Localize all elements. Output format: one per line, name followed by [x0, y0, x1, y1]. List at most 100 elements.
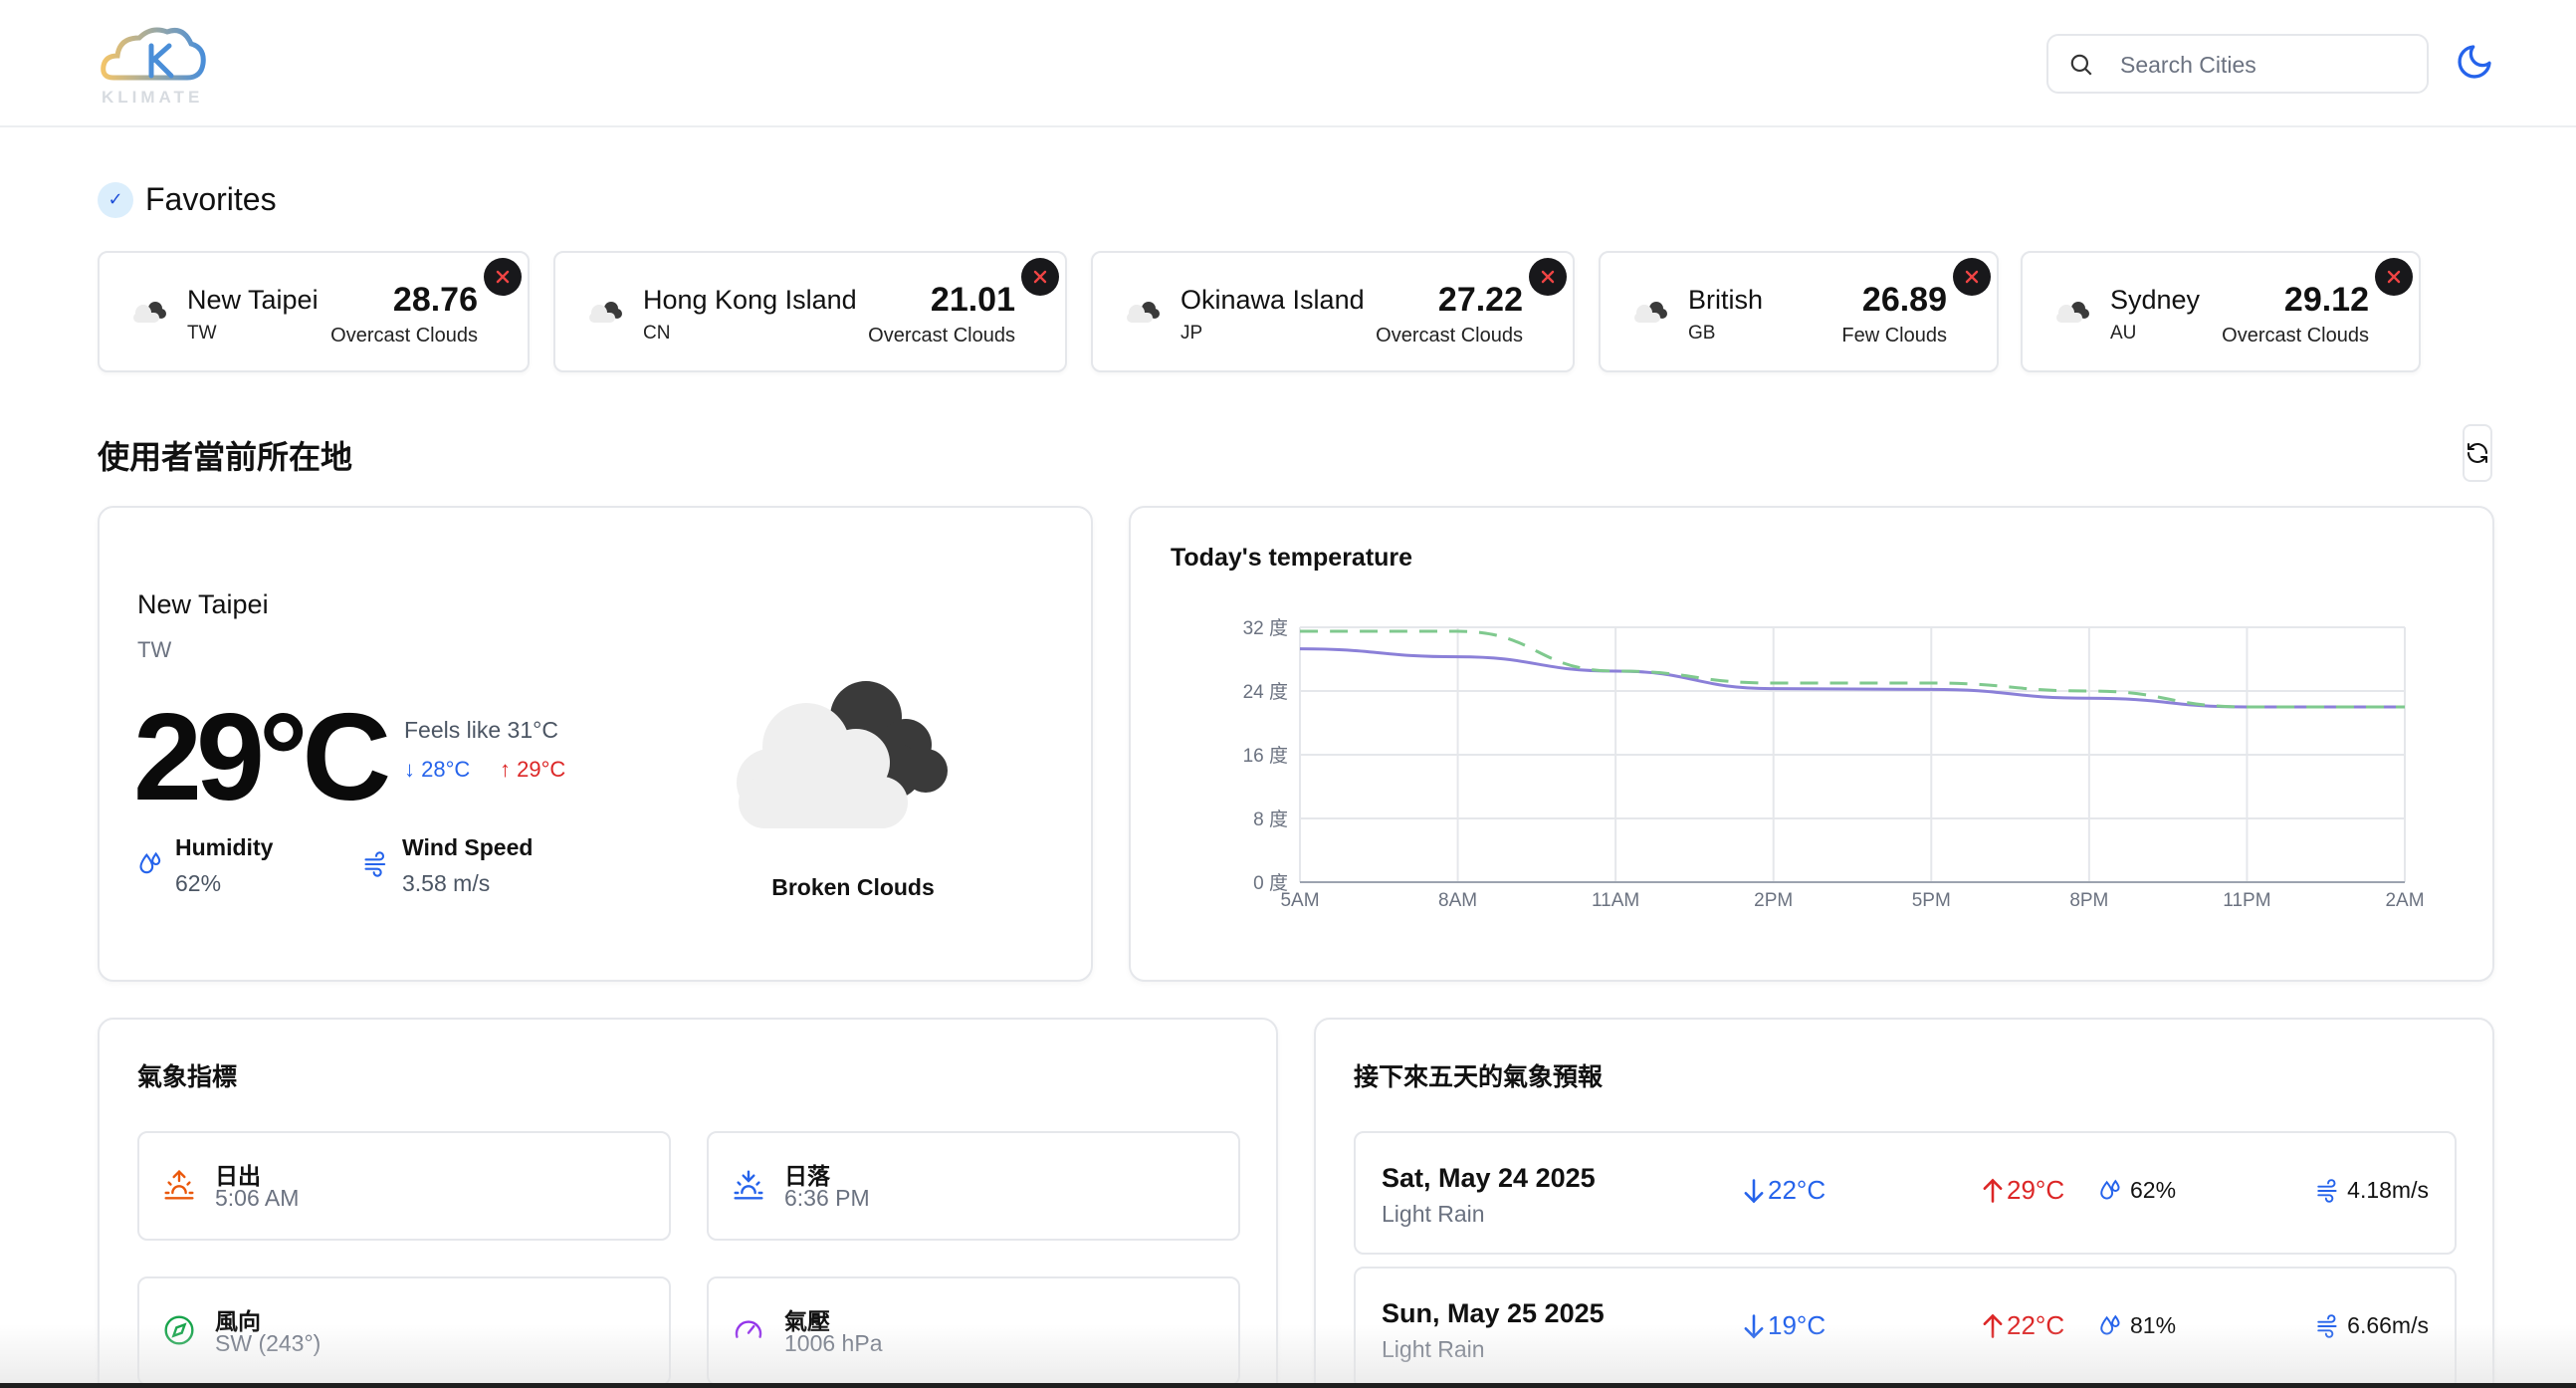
x-tick-label: 11PM	[2223, 890, 2270, 911]
favorite-country-code: JP	[1181, 323, 1203, 344]
x-tick-label: 8PM	[2069, 890, 2108, 911]
sunset-icon	[734, 1170, 763, 1200]
arrow-up-icon	[1983, 1178, 2003, 1203]
forecast-condition: Light Rain	[1382, 1336, 1485, 1362]
metric-sunrise: 日出 5:06 AM	[137, 1131, 671, 1241]
remove-favorite-button[interactable]	[2375, 258, 2413, 296]
y-tick-label: 24 度	[1243, 681, 1288, 703]
arrow-down-icon: ↓	[404, 757, 422, 782]
favorite-city-name: British	[1688, 285, 1764, 315]
forecast-max-temp: 22°C	[1979, 1310, 2064, 1341]
broken-clouds-icon	[737, 681, 948, 828]
current-country: TW	[137, 637, 172, 662]
temperature-chart-card: Today's temperature 0 度8 度 16 度 24 度 32 度 5A…	[1129, 506, 2494, 982]
forecast-min-temp: 19°C	[1740, 1310, 1825, 1341]
forecast-title: 接下來五天的氣象預報	[1354, 1063, 1604, 1091]
remove-favorite-button[interactable]	[1021, 258, 1059, 296]
temperature-chart: 0 度8 度16 度24 度32 度5AM 8AM 11AM 2PM 5PM 8PM 11P…	[1243, 617, 2425, 911]
favorite-card[interactable]: Sydney AU 29.12 Overcast Clouds	[2021, 251, 2421, 372]
x-tick-label: 8AM	[1438, 890, 1477, 911]
gauge-icon	[735, 1320, 762, 1338]
favorites-header: ✓ Favorites	[98, 181, 277, 218]
x-tick-label: 2AM	[2385, 890, 2424, 911]
current-weather-card: New Taipei TW 29°C Feels like 31°C ↓ 28°…	[98, 506, 1093, 982]
forecast-date: Sat, May 24 2025	[1382, 1163, 1596, 1193]
favorite-card[interactable]: New Taipei TW 28.76 Overcast Clouds	[98, 251, 530, 372]
favorite-condition: Overcast Clouds	[868, 325, 1015, 347]
close-icon	[2387, 270, 2401, 284]
favorite-city-name: Hong Kong Island	[643, 285, 857, 315]
search-input[interactable]	[2120, 50, 2409, 80]
series-line-temp	[1299, 647, 2405, 709]
search-icon	[2070, 54, 2092, 76]
metrics-title: 氣象指標	[137, 1063, 238, 1091]
forecast-row: Sat, May 24 2025 Light Rain 22°C 29°C 62% 4.1…	[1354, 1131, 2457, 1255]
favorite-temperature: 28.76	[392, 281, 478, 319]
arrow-up-icon: ↑	[500, 757, 518, 782]
favorite-temperature: 27.22	[1437, 281, 1523, 319]
favorite-country-code: CN	[643, 323, 671, 344]
check-icon: ✓	[98, 181, 133, 218]
metric-sunset: 日落 6:36 PM	[707, 1131, 1240, 1241]
feels-like: Feels like 31°C	[404, 717, 558, 743]
favorite-card[interactable]: Okinawa Island JP 27.22 Overcast Clouds	[1091, 251, 1575, 372]
favorite-city-name: New Taipei	[187, 285, 319, 315]
favorite-country-code: TW	[187, 323, 217, 344]
metric-value: 6:36 PM	[784, 1185, 870, 1211]
humidity-value: 62%	[175, 870, 222, 896]
metric-wind-direction: 風向 SW (243°)	[137, 1276, 671, 1386]
weather-metrics-card: 氣象指標 日出 5:06 AM 日落 6:36 PM 風向 SW (243°) …	[98, 1018, 1278, 1388]
humidity-icon	[2100, 1179, 2120, 1199]
favorite-country-code: AU	[2110, 323, 2137, 344]
remove-favorite-button[interactable]	[1953, 258, 1991, 296]
current-min-temp: ↓ 28°C	[404, 757, 471, 782]
x-tick-label: 2PM	[1754, 890, 1793, 911]
y-tick-label: 8 度	[1253, 809, 1288, 830]
overcast-cloud-icon	[1634, 302, 1667, 323]
favorite-card[interactable]: Hong Kong Island CN 21.01 Overcast Clouds	[553, 251, 1067, 372]
refresh-icon	[2468, 443, 2487, 463]
favorite-temperature: 29.12	[2283, 281, 2369, 319]
overcast-cloud-icon	[1127, 302, 1160, 323]
favorite-city-name: Sydney	[2110, 285, 2201, 315]
logo-text: KLIMATE	[102, 88, 204, 107]
favorite-condition: Overcast Clouds	[1376, 325, 1523, 347]
forecast-humidity: 81%	[2098, 1312, 2176, 1339]
current-condition: Broken Clouds	[771, 874, 935, 900]
close-icon	[1965, 270, 1979, 284]
arrow-up-icon	[1983, 1313, 2003, 1338]
search-box[interactable]	[2046, 34, 2429, 94]
y-tick-label: 32 度	[1243, 617, 1288, 639]
favorite-condition: Overcast Clouds	[330, 325, 478, 347]
humidity-label: Humidity	[175, 834, 274, 860]
favorite-country-code: GB	[1688, 323, 1716, 344]
favorite-card[interactable]: British GB 26.89 Few Clouds	[1599, 251, 1999, 372]
favorite-temperature: 21.01	[930, 281, 1015, 319]
metric-value: SW (243°)	[215, 1330, 322, 1356]
remove-favorite-button[interactable]	[1529, 258, 1567, 296]
favorites-title: Favorites	[145, 181, 277, 217]
humidity-icon	[2100, 1314, 2120, 1334]
series-line-feels_like	[1300, 629, 2405, 709]
overcast-cloud-icon	[133, 302, 166, 323]
forecast-max-temp: 29°C	[1979, 1175, 2064, 1206]
wind-icon	[2317, 1313, 2337, 1338]
current-temperature: 29°C	[133, 689, 391, 826]
refresh-button[interactable]	[2463, 424, 2492, 482]
compass-icon	[164, 1315, 194, 1345]
favorite-condition: Few Clouds	[1841, 325, 1947, 347]
forecast-min-temp: 22°C	[1740, 1175, 1825, 1206]
metric-value: 1006 hPa	[784, 1330, 883, 1356]
current-city: New Taipei	[137, 589, 269, 619]
close-icon	[1541, 270, 1555, 284]
forecast-condition: Light Rain	[1382, 1201, 1485, 1227]
current-location-title: 使用者當前所在地	[98, 439, 353, 475]
moon-icon[interactable]	[2455, 42, 2494, 82]
current-max-temp: ↑ 29°C	[500, 757, 566, 782]
remove-favorite-button[interactable]	[484, 258, 522, 296]
wind-value: 3.58 m/s	[402, 870, 491, 896]
y-tick-label: 16 度	[1243, 745, 1288, 767]
forecast-card: 接下來五天的氣象預報 Sat, May 24 2025 Light Rain 22°…	[1314, 1018, 2494, 1388]
forecast-date: Sun, May 25 2025	[1382, 1298, 1605, 1328]
forecast-wind: 6.66m/s	[2315, 1312, 2429, 1339]
